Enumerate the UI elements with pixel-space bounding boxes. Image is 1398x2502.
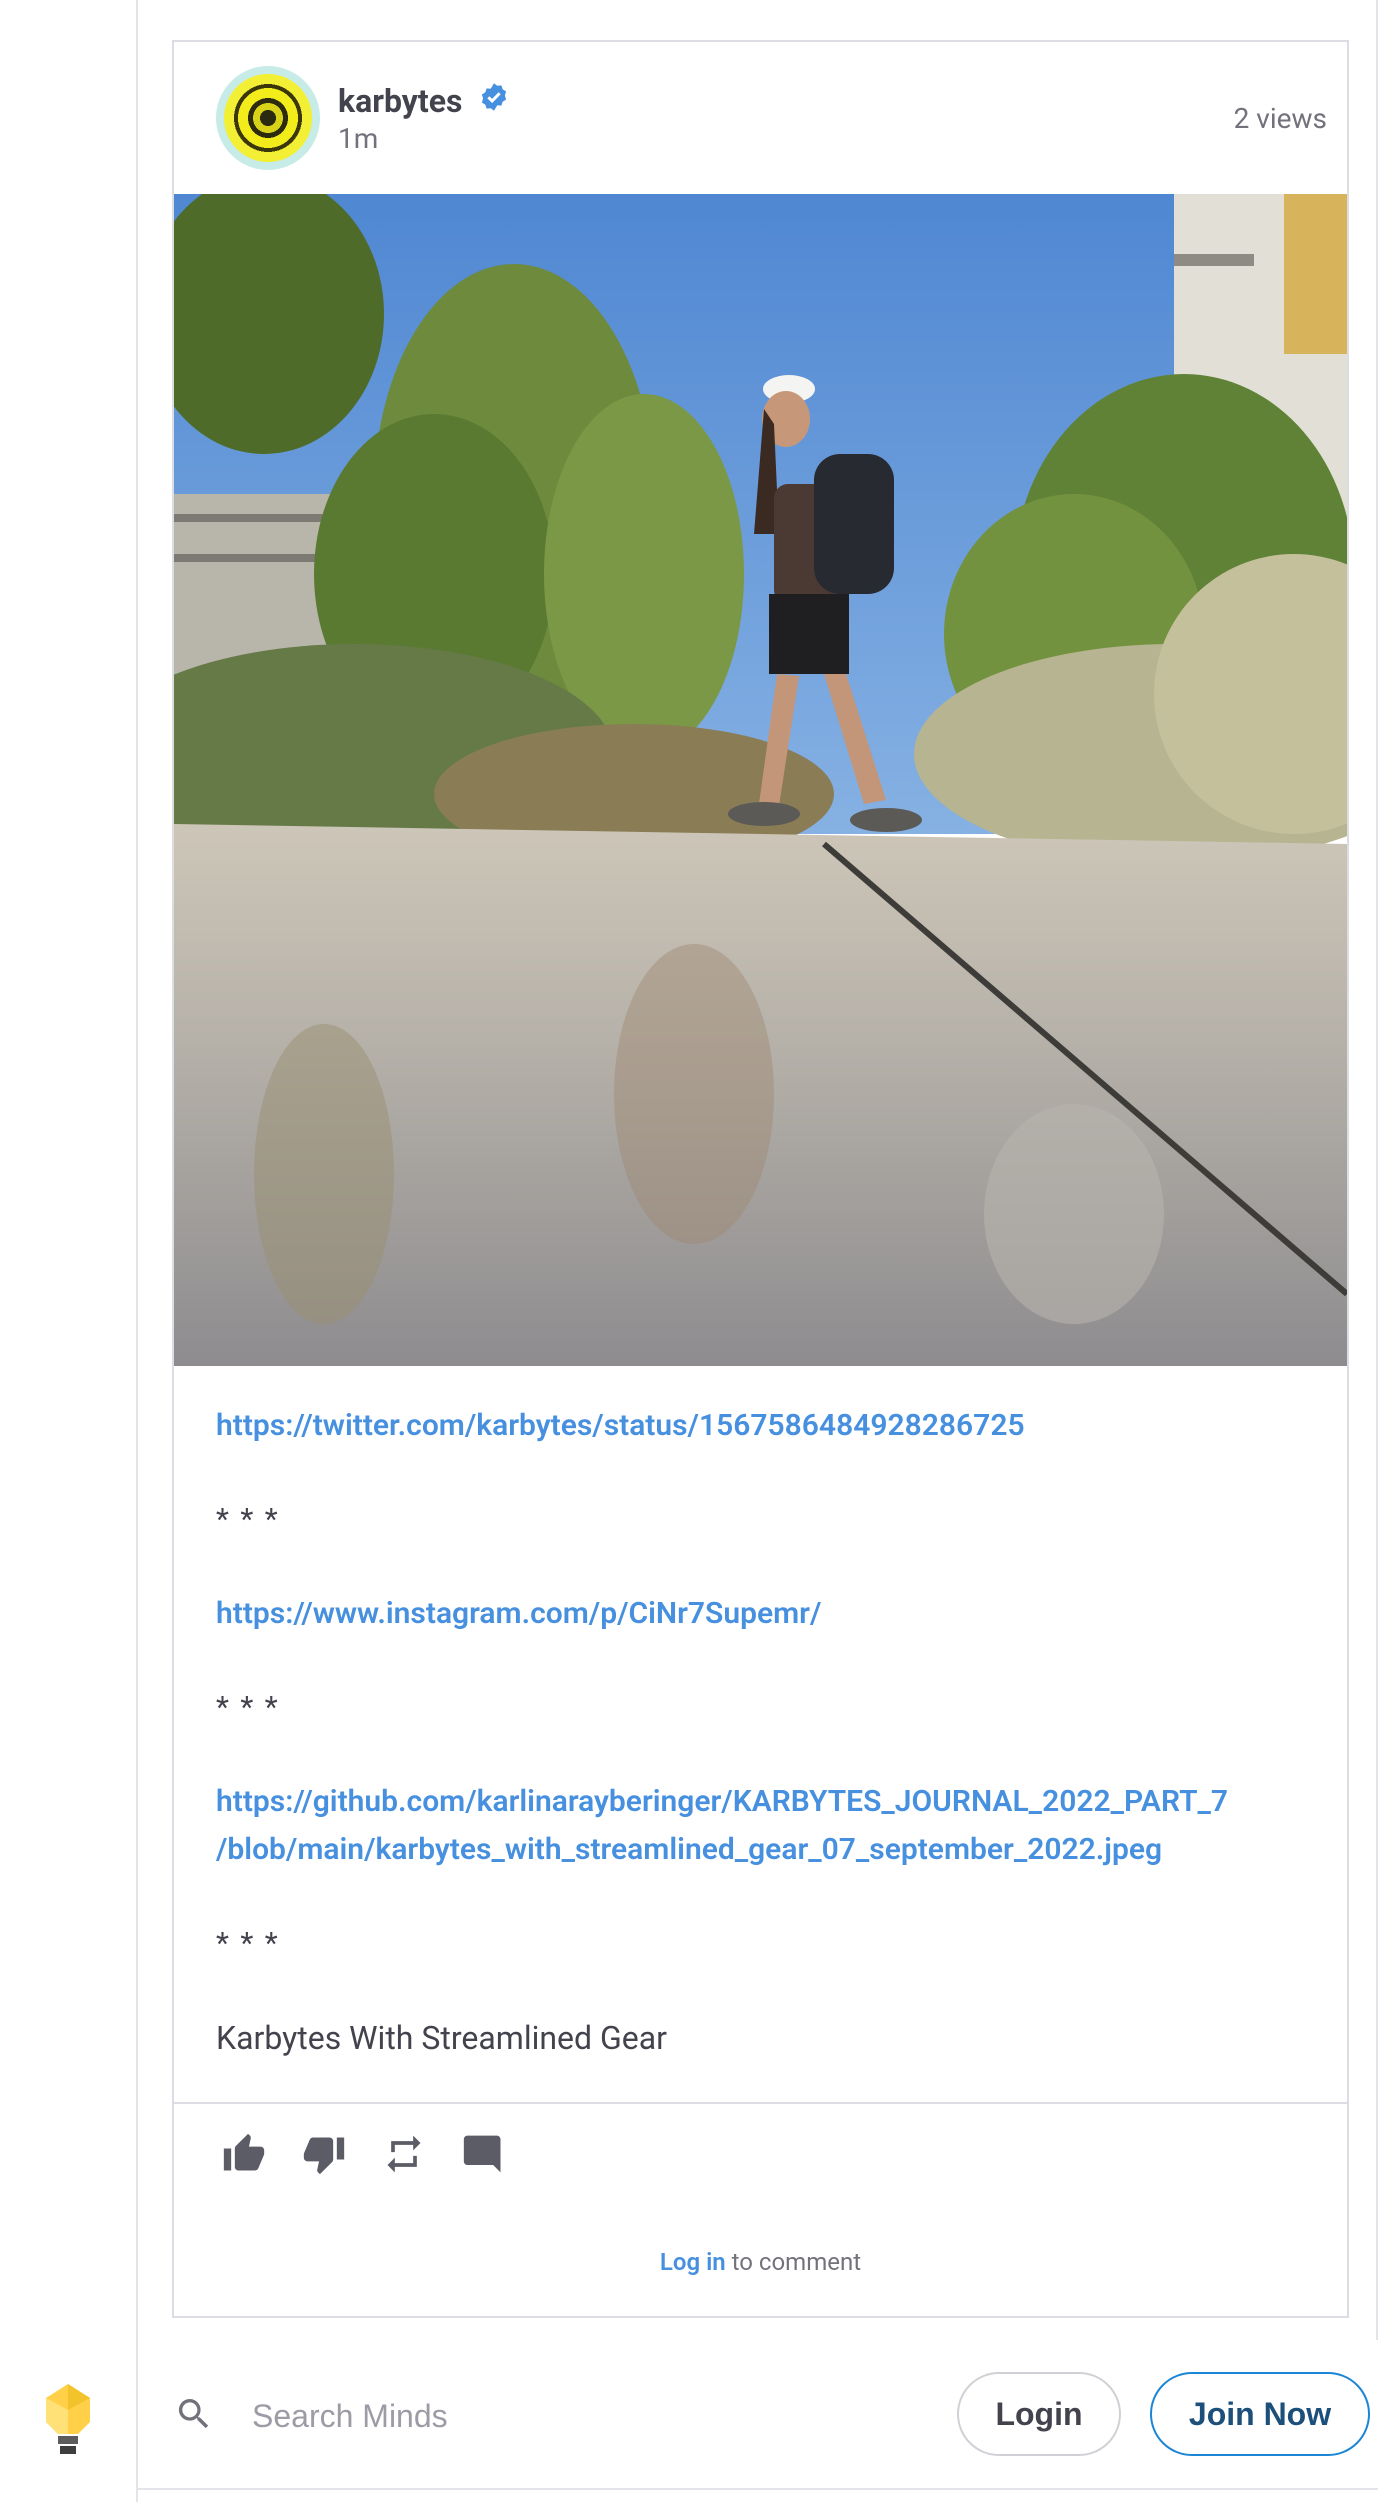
search-input[interactable]: [250, 2392, 814, 2440]
next-post-edge: [138, 2488, 1378, 2502]
twitter-link[interactable]: https://twitter.com/karbytes/status/1567…: [216, 1402, 1316, 1450]
separator: * * *: [216, 1926, 280, 1961]
activity-post: karbytes 1m 2 views https://twitter.com/…: [172, 40, 1349, 2318]
verified-badge-icon: [481, 83, 507, 111]
author-name[interactable]: karbytes: [338, 82, 462, 120]
post-photo[interactable]: [174, 194, 1347, 1366]
search-icon[interactable]: [174, 2394, 214, 2434]
view-count: 2 views: [1233, 102, 1327, 135]
comment-prompt: Log in to comment: [174, 2248, 1347, 2276]
comment-icon[interactable]: [462, 2132, 506, 2176]
thumbs-up-icon[interactable]: [222, 2132, 266, 2176]
login-link[interactable]: Log in: [660, 2248, 726, 2276]
instagram-link[interactable]: https://www.instagram.com/p/CiNr7Supemr/: [216, 1590, 1316, 1638]
github-link[interactable]: https://github.com/karlinarayberinger/KA…: [216, 1778, 1316, 1826]
post-timestamp[interactable]: 1m: [338, 122, 378, 155]
left-sidebar: [0, 0, 138, 2502]
right-divider: [1376, 0, 1378, 2340]
github-link-continued[interactable]: /blob/main/karbytes_with_streamlined_gea…: [216, 1826, 1316, 1874]
post-body: https://twitter.com/karbytes/status/1567…: [216, 1402, 1316, 2062]
remind-icon[interactable]: [382, 2132, 426, 2176]
action-divider: [174, 2102, 1347, 2104]
minds-logo-icon[interactable]: [42, 2382, 94, 2458]
login-button[interactable]: Login: [957, 2372, 1121, 2456]
thumbs-down-icon[interactable]: [302, 2132, 346, 2176]
post-caption: Karbytes With Streamlined Gear: [216, 2019, 668, 2057]
separator: * * *: [216, 1502, 280, 1537]
avatar[interactable]: [216, 66, 320, 170]
comment-prompt-text: to comment: [725, 2248, 862, 2276]
join-now-button[interactable]: Join Now: [1150, 2372, 1370, 2456]
separator: * * *: [216, 1690, 280, 1725]
